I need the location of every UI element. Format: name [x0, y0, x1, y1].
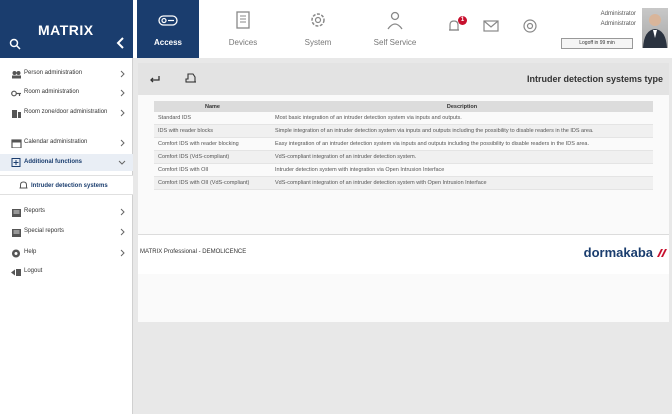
chevron-right-icon — [120, 208, 125, 216]
footer: MATRIX Professional - DEMOLICENCE dormak… — [138, 234, 669, 274]
chevron-right-icon — [120, 89, 125, 97]
user-role: Administrator — [600, 21, 636, 27]
mail-icon[interactable] — [483, 18, 499, 34]
sidebar-item-help[interactable]: Help — [0, 247, 133, 261]
back-icon[interactable] — [148, 72, 162, 86]
cell-name: Comfort IDS with OII — [154, 163, 271, 177]
calendar-icon — [11, 139, 22, 148]
sidebar-item-special-reports[interactable]: Special reports — [0, 226, 133, 240]
cell-description: Easy integration of an intruder detectio… — [271, 137, 653, 151]
avatar[interactable] — [642, 8, 668, 48]
table-row[interactable]: Comfort IDS (VdS-compliant) VdS-complian… — [154, 150, 653, 164]
table-row[interactable]: Comfort IDS with OII (VdS-compliant) VdS… — [154, 176, 653, 190]
collapse-sidebar-icon[interactable] — [116, 37, 126, 49]
sidebar-item-label: Calendar administration — [24, 139, 88, 145]
tab-system[interactable]: System — [287, 0, 349, 58]
column-header-name[interactable]: Name — [154, 101, 271, 112]
table-row[interactable]: Comfort IDS with reader blocking Easy in… — [154, 137, 653, 151]
tab-devices-label: Devices — [228, 38, 258, 47]
cell-name: Comfort IDS with reader blocking — [154, 137, 271, 151]
report-icon — [12, 209, 21, 217]
sidebar-item-label: Room administration — [24, 89, 80, 95]
tab-self-service-label: Self Service — [373, 38, 417, 47]
chevron-right-icon — [120, 249, 125, 257]
sidebar-item-label: Logout — [24, 268, 43, 274]
bell-icon — [19, 181, 28, 189]
chevron-right-icon — [120, 139, 125, 147]
table-header-row: Name Description — [154, 101, 653, 112]
sidebar-item-label: Reports — [24, 208, 46, 214]
logoff-button[interactable]: Logoff in 99 min — [561, 38, 633, 49]
content-panel: Intruder detection systems type Name Des… — [138, 63, 669, 322]
product-license-text: MATRIX Professional - DEMOLICENCE — [140, 249, 247, 255]
brand-panel: MATRIX — [0, 0, 133, 58]
cell-name: IDS with reader blocks — [154, 124, 271, 138]
sidebar-item-label: Person administration — [24, 70, 83, 76]
top-bar: MATRIX Access Devices System Self Servic… — [0, 0, 672, 58]
chevron-right-icon — [120, 70, 125, 78]
sidebar-item-reports[interactable]: Reports — [0, 206, 133, 220]
main-area: Intruder detection systems type Name Des… — [133, 58, 672, 414]
sidebar-item-person-administration[interactable]: Person administration — [0, 68, 133, 82]
tab-access[interactable]: Access — [137, 0, 199, 58]
ids-type-table: Name Description Standard IDS Most basic… — [154, 101, 653, 190]
chevron-right-icon — [120, 228, 125, 236]
cell-description: VdS-compliant integration of an intruder… — [271, 150, 653, 164]
notification-badge: 1 — [458, 16, 467, 25]
cell-name: Comfort IDS with OII (VdS-compliant) — [154, 176, 271, 190]
cell-description: VdS-compliant integration of an intruder… — [271, 176, 653, 190]
tab-devices[interactable]: Devices — [212, 0, 274, 58]
cell-description: Intruder detection system with integrati… — [271, 163, 653, 177]
sidebar-item-label: Room zone/door administration — [24, 109, 108, 115]
sidebar-item-label: Help — [24, 249, 37, 255]
chevron-right-icon — [120, 109, 125, 117]
user-name: Administrator — [600, 11, 636, 17]
key-card-icon — [158, 15, 178, 26]
sidebar-item-logout[interactable]: Logout — [0, 266, 133, 280]
toolbar: Intruder detection systems type — [138, 63, 669, 95]
page-title: Intruder detection systems type — [526, 74, 663, 84]
tab-access-label: Access — [153, 38, 183, 47]
sidebar-item-intruder-detection-systems[interactable]: Intruder detection systems — [0, 175, 133, 195]
help-icon — [12, 249, 20, 258]
dormakaba-logo: dormakaba — [583, 245, 653, 260]
device-icon — [236, 11, 250, 29]
cell-description: Simple integration of an intruder detect… — [271, 124, 653, 138]
tab-system-label: System — [304, 38, 332, 47]
chevron-down-icon — [118, 160, 126, 165]
tab-self-service[interactable]: Self Service — [362, 0, 428, 58]
sidebar-item-label: Intruder detection systems — [31, 183, 108, 189]
column-header-description[interactable]: Description — [271, 101, 653, 112]
dormakaba-logo-mark-icon — [657, 249, 667, 257]
people-icon — [12, 71, 21, 79]
print-icon[interactable] — [184, 72, 198, 86]
sidebar-item-room-administration[interactable]: Room administration — [0, 87, 133, 101]
cell-name: Standard IDS — [154, 112, 271, 125]
cell-name: Comfort IDS (VdS-compliant) — [154, 150, 271, 164]
table-row[interactable]: Standard IDS Most basic integration of a… — [154, 112, 653, 125]
special-report-icon — [12, 229, 21, 237]
table-row[interactable]: Comfort IDS with OII Intruder detection … — [154, 163, 653, 177]
support-lifebuoy-icon[interactable] — [522, 18, 538, 34]
search-icon[interactable] — [9, 38, 21, 50]
sidebar-item-label: Special reports — [24, 228, 65, 234]
table-row[interactable]: IDS with reader blocks Simple integratio… — [154, 124, 653, 138]
person-service-icon — [387, 11, 403, 30]
sidebar: Person administration Room administratio… — [0, 58, 133, 414]
logout-icon — [11, 269, 21, 276]
plus-box-icon — [11, 158, 21, 167]
room-key-icon — [11, 90, 21, 97]
sidebar-item-label: Additional functions — [24, 159, 82, 165]
door-zone-icon — [12, 110, 21, 118]
cell-description: Most basic integration of an intruder de… — [271, 112, 653, 125]
sidebar-item-additional-functions[interactable]: Additional functions — [0, 154, 133, 171]
sidebar-item-room-zone-door-administration[interactable]: Room zone/door administration — [0, 107, 133, 129]
app-title: MATRIX — [38, 22, 94, 38]
gear-icon — [311, 13, 325, 27]
sidebar-item-calendar-administration[interactable]: Calendar administration — [0, 137, 133, 151]
user-photo-icon — [643, 14, 667, 48]
